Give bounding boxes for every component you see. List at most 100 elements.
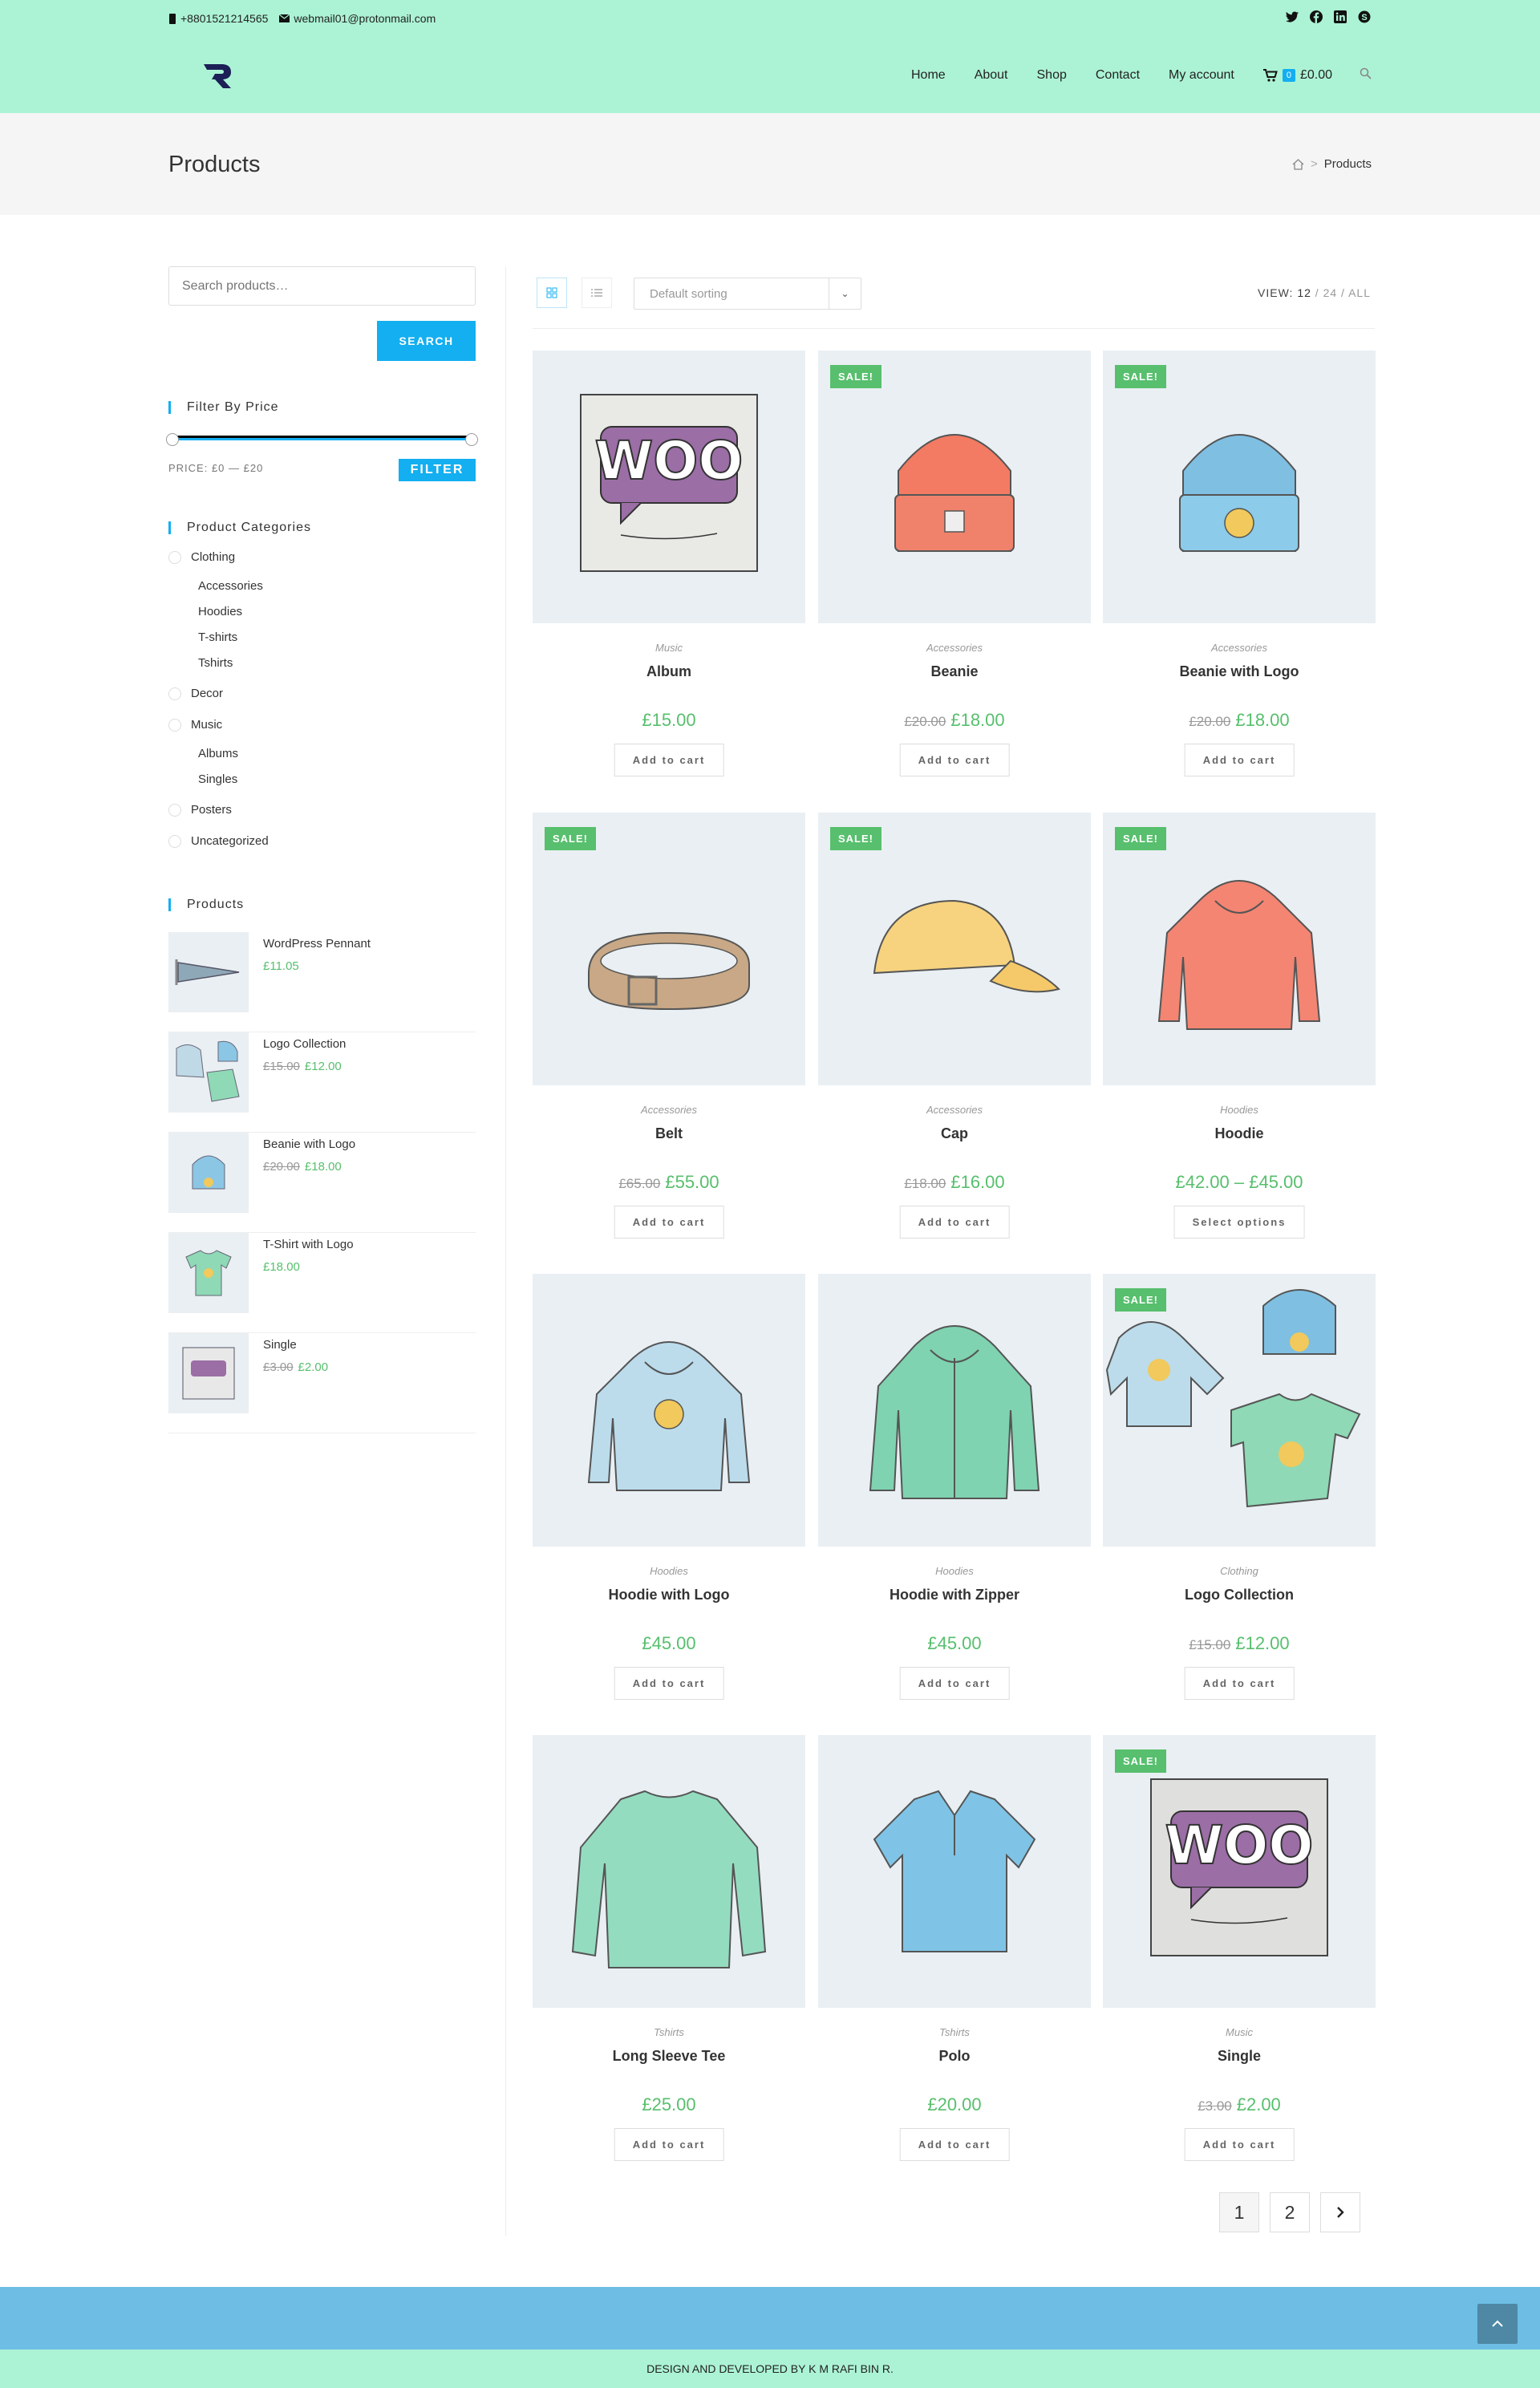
product-category[interactable]: Accessories: [818, 1104, 1091, 1116]
scroll-to-top-button[interactable]: [1477, 2304, 1518, 2344]
widget-product[interactable]: WordPress Pennant £11.05: [168, 932, 476, 1032]
search-icon[interactable]: [1360, 67, 1372, 83]
product-category[interactable]: Music: [1103, 2026, 1376, 2038]
product-category[interactable]: Hoodies: [818, 1565, 1091, 1577]
product-image[interactable]: [818, 1274, 1091, 1547]
nav-about[interactable]: About: [975, 68, 1008, 83]
product-card[interactable]: Hoodies Hoodie with Zipper £45.00 Add to ca…: [818, 1274, 1091, 1719]
add-to-cart-button[interactable]: Add to cart: [614, 2128, 724, 2161]
phone-contact[interactable]: +8801521214565: [168, 12, 268, 25]
product-title[interactable]: Beanie: [818, 663, 1091, 680]
product-card[interactable]: SALE! Accessories Cap £18.00 £16.00 Add to ca…: [818, 813, 1091, 1258]
category-decor[interactable]: Decor: [168, 687, 223, 700]
product-search-input[interactable]: [168, 266, 476, 306]
product-image[interactable]: WOO: [533, 351, 805, 623]
product-image[interactable]: [818, 813, 1091, 1085]
product-card[interactable]: Hoodies Hoodie with Logo £45.00 Add to cart: [533, 1274, 805, 1719]
price-slider[interactable]: [166, 433, 478, 446]
product-title[interactable]: Logo Collection: [1103, 1587, 1376, 1603]
widget-product-name[interactable]: Beanie with Logo: [263, 1137, 355, 1151]
product-image[interactable]: [818, 351, 1091, 623]
widget-product-name[interactable]: WordPress Pennant: [263, 937, 371, 951]
add-to-cart-button[interactable]: Add to cart: [1184, 1667, 1295, 1700]
nav-my-account[interactable]: My account: [1169, 68, 1234, 83]
category-posters[interactable]: Posters: [168, 803, 232, 817]
product-card[interactable]: Tshirts Long Sleeve Tee £25.00 Add to cart: [533, 1735, 805, 2180]
add-to-cart-button[interactable]: Add to cart: [1184, 2128, 1295, 2161]
view-option-all[interactable]: ALL: [1348, 286, 1371, 299]
add-to-cart-button[interactable]: Add to cart: [614, 744, 724, 776]
widget-product-name[interactable]: T-Shirt with Logo: [263, 1238, 354, 1251]
product-category[interactable]: Tshirts: [818, 2026, 1091, 2038]
view-option-24[interactable]: 24: [1323, 286, 1338, 299]
view-option-12[interactable]: 12: [1297, 286, 1311, 299]
linkedin-icon[interactable]: [1333, 10, 1348, 24]
widget-product-name[interactable]: Single: [263, 1338, 297, 1352]
category-clothing[interactable]: Clothing: [168, 550, 235, 564]
sorting-select[interactable]: Default sorting ⌄: [634, 278, 861, 310]
search-button[interactable]: SEARCH: [377, 321, 476, 361]
product-title[interactable]: Hoodie with Zipper: [818, 1587, 1091, 1603]
site-logo[interactable]: [201, 58, 236, 90]
product-thumbnail[interactable]: [168, 1133, 249, 1213]
widget-product[interactable]: Logo Collection £15.00 £12.00: [168, 1032, 476, 1133]
product-image[interactable]: [533, 813, 805, 1085]
product-image[interactable]: WOO: [1103, 1735, 1376, 2008]
filter-button[interactable]: FILTER: [399, 459, 476, 481]
category-singles[interactable]: Singles: [198, 772, 237, 786]
add-to-cart-button[interactable]: Add to cart: [614, 1667, 724, 1700]
product-image[interactable]: [1103, 351, 1376, 623]
nav-home[interactable]: Home: [911, 68, 946, 83]
product-card[interactable]: Tshirts Polo £20.00 Add to cart: [818, 1735, 1091, 2180]
product-category[interactable]: Music: [533, 642, 805, 654]
page-1-button[interactable]: 1: [1219, 2192, 1259, 2232]
product-title[interactable]: Album: [533, 663, 805, 680]
category-hoodies[interactable]: Hoodies: [198, 605, 242, 618]
product-title[interactable]: Belt: [533, 1125, 805, 1142]
email-contact[interactable]: webmail01@protonmail.com: [279, 12, 436, 25]
product-category[interactable]: Accessories: [1103, 642, 1376, 654]
home-icon[interactable]: [1292, 158, 1304, 170]
product-card[interactable]: SALE! Hoodies Hoodie £42.00 – £45.00 Select …: [1103, 813, 1376, 1258]
next-page-button[interactable]: [1320, 2192, 1360, 2232]
product-title[interactable]: Hoodie: [1103, 1125, 1376, 1142]
widget-product[interactable]: Single £3.00 £2.00: [168, 1333, 476, 1433]
product-thumbnail[interactable]: [168, 1333, 249, 1413]
add-to-cart-button[interactable]: Add to cart: [899, 744, 1010, 776]
product-title[interactable]: Single: [1103, 2048, 1376, 2065]
product-category[interactable]: Tshirts: [533, 2026, 805, 2038]
product-image[interactable]: [533, 1274, 805, 1547]
product-thumbnail[interactable]: [168, 1233, 249, 1313]
product-category[interactable]: Accessories: [818, 642, 1091, 654]
category-albums[interactable]: Albums: [198, 747, 238, 760]
skype-icon[interactable]: S: [1357, 10, 1372, 24]
cart-link[interactable]: 0 £0.00: [1262, 68, 1332, 83]
product-category[interactable]: Clothing: [1103, 1565, 1376, 1577]
add-to-cart-button[interactable]: Add to cart: [1184, 744, 1295, 776]
product-title[interactable]: Beanie with Logo: [1103, 663, 1376, 680]
product-title[interactable]: Polo: [818, 2048, 1091, 2065]
add-to-cart-button[interactable]: Add to cart: [899, 1206, 1010, 1239]
twitter-icon[interactable]: [1285, 10, 1299, 24]
product-thumbnail[interactable]: [168, 1032, 249, 1113]
product-card[interactable]: SALE! Clothing Logo Collection £15.00 £12.00…: [1103, 1274, 1376, 1719]
product-card[interactable]: WOO Music Album £15.00 Add to cart: [533, 351, 805, 796]
widget-product[interactable]: T-Shirt with Logo £18.00: [168, 1233, 476, 1333]
product-category[interactable]: Hoodies: [1103, 1104, 1376, 1116]
nav-contact[interactable]: Contact: [1096, 68, 1140, 83]
product-title[interactable]: Long Sleeve Tee: [533, 2048, 805, 2065]
category-uncategorized[interactable]: Uncategorized: [168, 834, 269, 848]
add-to-cart-button[interactable]: Add to cart: [899, 1667, 1010, 1700]
product-image[interactable]: [1103, 813, 1376, 1085]
add-to-cart-button[interactable]: Add to cart: [614, 1206, 724, 1239]
select-options-button[interactable]: Select options: [1173, 1206, 1305, 1239]
product-card[interactable]: SALE! Accessories Beanie £20.00 £18.00 Add to…: [818, 351, 1091, 796]
page-2-button[interactable]: 2: [1270, 2192, 1310, 2232]
widget-product[interactable]: Beanie with Logo £20.00 £18.00: [168, 1133, 476, 1233]
grid-view-button[interactable]: [537, 278, 567, 308]
product-image[interactable]: [1103, 1274, 1376, 1547]
price-slider-max-handle[interactable]: [465, 433, 478, 446]
product-card[interactable]: SALE! Accessories Belt £65.00 £55.00 Add to c…: [533, 813, 805, 1258]
product-title[interactable]: Hoodie with Logo: [533, 1587, 805, 1603]
nav-shop[interactable]: Shop: [1037, 68, 1067, 83]
